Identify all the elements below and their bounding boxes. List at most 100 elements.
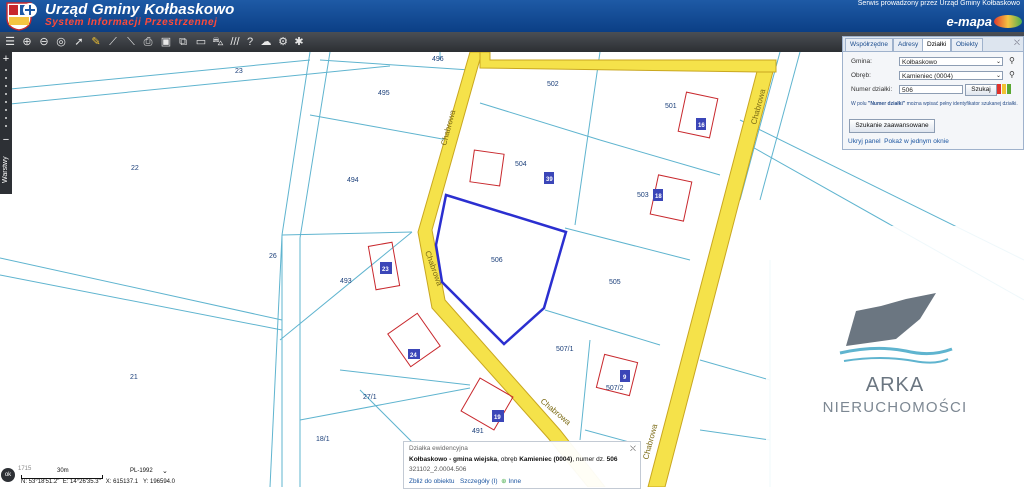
building-num: 19 — [494, 415, 501, 421]
zoom-out-icon[interactable]: ⊖ — [36, 34, 52, 50]
details-link[interactable]: Szczegóły (I) — [460, 478, 498, 485]
search-icon[interactable]: ⚲ — [1009, 56, 1015, 65]
zoom-level-dot[interactable] — [5, 85, 7, 87]
ruler-icon[interactable]: ⟍ — [123, 34, 139, 50]
street-chabrowa-roads — [417, 52, 777, 487]
numer-input[interactable]: 506 — [899, 85, 963, 94]
parcel-label: 504 — [515, 161, 527, 168]
scale-value: 1715 — [18, 466, 32, 472]
tab-dzialki[interactable]: Działki — [922, 38, 952, 51]
sketch-icon[interactable]: ▭ — [193, 34, 209, 50]
parcel-label: 494 — [347, 177, 359, 184]
zoom-level-dot[interactable] — [5, 109, 7, 111]
info-identifier: 321102_2.0004.506 — [409, 466, 467, 473]
panel-links: Ukryj panel Pokaż w jednym oknie — [848, 138, 949, 145]
ship-logo-icon — [839, 293, 953, 364]
info-heading: Działka ewidencyjna — [409, 445, 468, 452]
parcel-label: 502 — [547, 81, 559, 88]
emapa-logo-icon — [994, 15, 1022, 28]
parcel-label: 506 — [491, 257, 503, 264]
zoom-in-button[interactable]: + — [0, 53, 12, 65]
obreb-select[interactable]: Kamieniec (0004) ⌄ — [899, 71, 1003, 80]
zoom-bar: + − Warstwy — [0, 52, 12, 194]
zoom-level-dot[interactable] — [5, 77, 7, 79]
zoom-level-dot[interactable] — [5, 93, 7, 95]
pencil-icon[interactable]: ✎ — [88, 34, 104, 50]
ok-badge[interactable]: ok — [1, 468, 15, 482]
hint-prefix: W polu — [851, 101, 868, 107]
zoom-to-object-link[interactable]: Zbliż do obiektu — [409, 478, 455, 485]
car-icon[interactable]: ⛍ — [210, 34, 226, 50]
coordinates-readout: N: 53°18'51.2" E: 14°26'35.3" X: 615137.… — [21, 479, 176, 485]
info-obreb: Kamieniec (0004) — [519, 456, 573, 463]
obreb-value: Kamieniec (0004) — [902, 73, 953, 80]
tools-icon[interactable]: ✱ — [291, 34, 307, 50]
crs-select[interactable]: PL-1992 — [130, 468, 153, 474]
hint-suffix: można wpisać pełny identyfikator szukane… — [905, 101, 1018, 107]
zoom-level-dot[interactable] — [5, 125, 7, 127]
search-button[interactable]: Szukaj — [965, 84, 997, 96]
zoom-level-dot[interactable] — [5, 69, 7, 71]
zoom-level-dot[interactable] — [5, 101, 7, 103]
measure-icon[interactable]: ⟋ — [105, 34, 121, 50]
export-icon[interactable]: ⧉ — [175, 34, 191, 50]
cross-icon — [23, 3, 37, 17]
zoom-out-button[interactable]: − — [0, 134, 12, 146]
close-icon[interactable]: ⛌ — [630, 444, 636, 454]
cloud-icon[interactable]: ☁ — [258, 34, 274, 50]
building-num: 16 — [698, 123, 705, 129]
parcel-label: 26 — [269, 253, 277, 260]
bookmark-icon[interactable]: ▣ — [158, 34, 174, 50]
scale-label: 30m — [57, 468, 69, 474]
tab-wspolrzedne[interactable]: Współrzędne — [845, 38, 893, 51]
close-icon[interactable]: ⛌ — [1014, 38, 1020, 48]
parcel-label: 507/1 — [556, 346, 574, 353]
info-numer: 506 — [606, 456, 618, 463]
zoom-extent-icon[interactable]: ◎ — [53, 34, 69, 50]
tab-adresy[interactable]: Adresy — [893, 38, 924, 51]
advanced-search-button[interactable]: Szukanie zaawansowane — [849, 119, 935, 133]
plus-icon[interactable]: ⊕ — [501, 478, 506, 485]
watermark-subtitle: NIERUCHOMOŚCI — [822, 399, 968, 416]
layers-tab[interactable]: Warstwy — [0, 147, 12, 193]
settings-icon[interactable]: ⚙ — [275, 34, 291, 50]
panel-tabs: Współrzędne Adresy Działki Obiekty ⛌ — [843, 37, 1023, 52]
scale-bar — [21, 475, 103, 479]
color-swatch-yellow[interactable] — [1002, 84, 1006, 94]
parcel-label: 23 — [235, 68, 243, 75]
parcel-label: 493 — [340, 278, 352, 285]
single-window-link[interactable]: Pokaż w jednym oknie — [884, 138, 949, 145]
print-icon[interactable]: ⎙ — [140, 34, 156, 50]
info-numer-label: , numer dz. — [572, 456, 607, 463]
building-num: 24 — [410, 353, 417, 359]
building-num: 18 — [655, 194, 662, 200]
parcel-label: 496 — [432, 56, 444, 63]
zoom-in-icon[interactable]: ⊕ — [19, 34, 35, 50]
chevron-down-icon: ⌄ — [995, 73, 1001, 79]
pointer-icon[interactable]: ➚ — [71, 34, 87, 50]
app-subtitle: System Informacji Przestrzennej — [45, 17, 218, 28]
parcel-label: 18/1 — [316, 436, 330, 443]
color-swatch-red[interactable] — [997, 84, 1001, 94]
tab-obiekty[interactable]: Obiekty — [951, 38, 984, 51]
watermark: ARKA NIERUCHOMOŚCI — [766, 226, 1024, 487]
parcel-label: 505 — [609, 279, 621, 286]
help-icon[interactable]: ? — [242, 34, 258, 50]
layers-icon[interactable]: ☰ — [2, 34, 18, 50]
hide-panel-link[interactable]: Ukryj panel — [848, 138, 881, 145]
other-link[interactable]: Inne — [508, 478, 521, 485]
parcel-label: 507/2 — [606, 385, 624, 392]
info-links: Zbliż do obiektu Szczegóły (I) ⊕ Inne — [409, 477, 521, 485]
info-obreb-label: , obręb — [497, 456, 520, 463]
parcel-label: 21 — [130, 374, 138, 381]
zoom-level-dot[interactable] — [5, 117, 7, 119]
info-description: Kołbaskowo - gmina wiejska, obręb Kamien… — [409, 456, 618, 463]
search-icon[interactable]: ⚲ — [1009, 70, 1015, 79]
chevron-down-icon[interactable]: ⌄ — [162, 467, 168, 475]
app-header: Urząd Gminy Kołbaskowo System Informacji… — [0, 0, 1024, 32]
emapa-brand: e-mapa — [946, 14, 992, 29]
gmina-select[interactable]: Kołbaskowo ⌄ — [899, 57, 1003, 66]
hint-field: "Numer działki" — [867, 101, 906, 107]
color-swatch-green[interactable] — [1007, 84, 1011, 94]
hatch-icon[interactable]: /// — [227, 34, 243, 50]
